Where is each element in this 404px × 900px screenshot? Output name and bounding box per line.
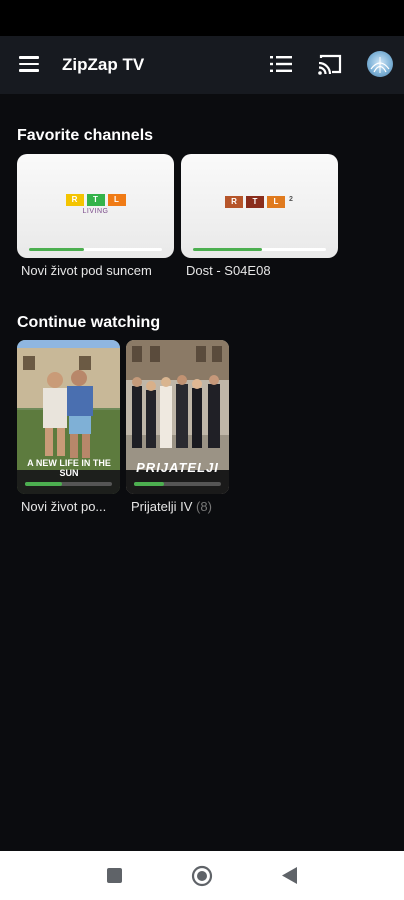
logo-letter: R (65, 194, 84, 206)
show-card-novi-zivot[interactable]: A NEW LIFE IN THE SUN (17, 340, 120, 494)
status-bar (0, 0, 404, 36)
show-progress (25, 482, 112, 486)
favorites-title: Favorite channels (17, 127, 154, 144)
show-caption: Prijatelji IV (8) (131, 499, 241, 514)
rtl2-logo: R T L 2 (181, 196, 338, 208)
home-circle-icon[interactable] (191, 865, 213, 887)
logo-sub: LIVING (82, 208, 109, 215)
channel-caption: Novi život pod suncem (21, 263, 152, 278)
channel-card-rtl-living[interactable]: R T L LIVING (17, 154, 174, 258)
back-triangle-icon[interactable] (282, 867, 297, 884)
channel-progress (29, 248, 162, 251)
show-card-prijatelji[interactable]: PRIJATELJI (126, 340, 229, 494)
show-progress (134, 482, 221, 486)
hamburger-icon[interactable] (19, 56, 39, 72)
show-caption: Novi život po... (21, 499, 121, 514)
poster-text: PRIJATELJI (136, 460, 219, 475)
channel-progress (193, 248, 326, 251)
cast-icon[interactable] (318, 53, 343, 75)
show-caption-main: Prijatelji IV (131, 499, 193, 514)
logo-letter: T (246, 196, 264, 208)
list-icon[interactable] (270, 54, 292, 74)
rtl-living-logo: R T L LIVING (17, 194, 174, 215)
logo-letter: L (107, 194, 126, 206)
app-bar: ZipZap TV (0, 36, 404, 94)
show-caption-extra: (8) (192, 499, 212, 514)
show-caption-main: Novi život po... (21, 499, 107, 514)
logo-letter: R (225, 196, 243, 208)
app-title: ZipZap TV (62, 55, 145, 74)
logo-letter: T (86, 194, 105, 206)
logo-sub: 2 (289, 196, 293, 203)
channel-card-rtl2[interactable]: R T L 2 (181, 154, 338, 258)
channel-caption: Dost - S04E08 (186, 263, 271, 278)
poster-text: A NEW LIFE IN THE SUN (27, 458, 111, 478)
avatar-icon[interactable] (367, 51, 393, 77)
system-nav-bar (0, 851, 404, 900)
logo-letter: L (267, 196, 285, 208)
recents-square-icon[interactable] (107, 868, 122, 883)
continue-title: Continue watching (17, 314, 161, 331)
